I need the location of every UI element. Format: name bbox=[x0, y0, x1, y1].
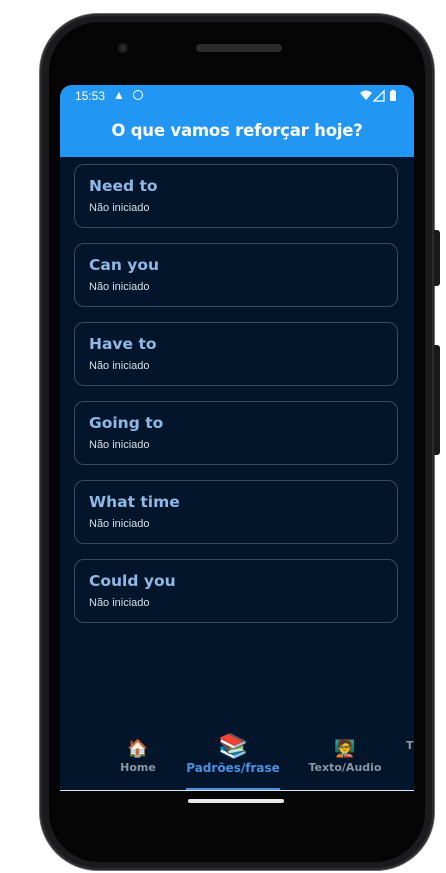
pattern-card[interactable]: What time Não iniciado bbox=[74, 480, 398, 544]
teacher-icon: 🧑‍🏫 bbox=[334, 739, 356, 759]
wifi-icon bbox=[360, 90, 372, 100]
signal-icon bbox=[372, 89, 385, 102]
volume-button bbox=[434, 345, 440, 455]
screen-bottom-edge bbox=[60, 790, 414, 791]
pattern-title: Could you bbox=[89, 572, 176, 590]
page-title: O que vamos reforçar hoje? bbox=[111, 121, 363, 140]
pattern-list: Need to Não iniciado Can you Não iniciad… bbox=[74, 164, 400, 638]
status-time: 15:53 bbox=[75, 89, 106, 103]
pattern-card[interactable]: Can you Não iniciado bbox=[74, 243, 398, 307]
nav-padroes-frase[interactable]: 📚 Padrões/frase bbox=[184, 729, 282, 775]
nav-texto-audio-label: Texto/Audio bbox=[308, 761, 382, 774]
pattern-title: Need to bbox=[89, 177, 158, 195]
pattern-status: Não iniciado bbox=[89, 518, 150, 530]
pattern-status: Não iniciado bbox=[89, 439, 150, 451]
bottom-navigation: 🏠 Home 📚 Padrões/frase 🧑‍🏫 Texto/Audio T bbox=[60, 729, 414, 789]
nav-texto-audio[interactable]: 🧑‍🏫 Texto/Audio bbox=[304, 729, 386, 774]
pattern-title: Can you bbox=[89, 256, 160, 274]
pattern-status: Não iniciado bbox=[89, 202, 150, 214]
pattern-status: Não iniciado bbox=[89, 360, 150, 372]
pattern-title: What time bbox=[89, 493, 180, 511]
app-screen: 15:53 ▲ O que vamos reforçar hoje? Need … bbox=[60, 85, 414, 791]
app-bar: 15:53 ▲ O que vamos reforçar hoje? bbox=[60, 85, 414, 157]
nav-more-label: T bbox=[406, 739, 414, 752]
circle-icon bbox=[133, 90, 143, 100]
pattern-title: Have to bbox=[89, 335, 157, 353]
earpiece-speaker bbox=[196, 44, 282, 52]
warning-triangle-icon: ▲ bbox=[113, 88, 125, 102]
front-camera bbox=[118, 43, 128, 53]
pattern-card[interactable]: Have to Não iniciado bbox=[74, 322, 398, 386]
nav-more[interactable]: T bbox=[406, 729, 414, 752]
pattern-status: Não iniciado bbox=[89, 597, 150, 609]
pattern-card[interactable]: Going to Não iniciado bbox=[74, 401, 398, 465]
home-icon: 🏠 bbox=[127, 739, 149, 759]
status-icons bbox=[360, 89, 396, 102]
books-icon: 📚 bbox=[218, 732, 248, 760]
pattern-status: Não iniciado bbox=[89, 281, 150, 293]
nav-home-label: Home bbox=[120, 761, 156, 774]
pattern-title: Going to bbox=[89, 414, 164, 432]
power-button bbox=[434, 230, 440, 286]
home-indicator[interactable] bbox=[188, 799, 284, 803]
nav-padroes-frase-label: Padrões/frase bbox=[186, 761, 280, 775]
battery-icon bbox=[390, 91, 396, 101]
pattern-card[interactable]: Could you Não iniciado bbox=[74, 559, 398, 623]
nav-home[interactable]: 🏠 Home bbox=[108, 729, 168, 774]
pattern-card[interactable]: Need to Não iniciado bbox=[74, 164, 398, 228]
status-bar: 15:53 ▲ bbox=[60, 85, 414, 107]
